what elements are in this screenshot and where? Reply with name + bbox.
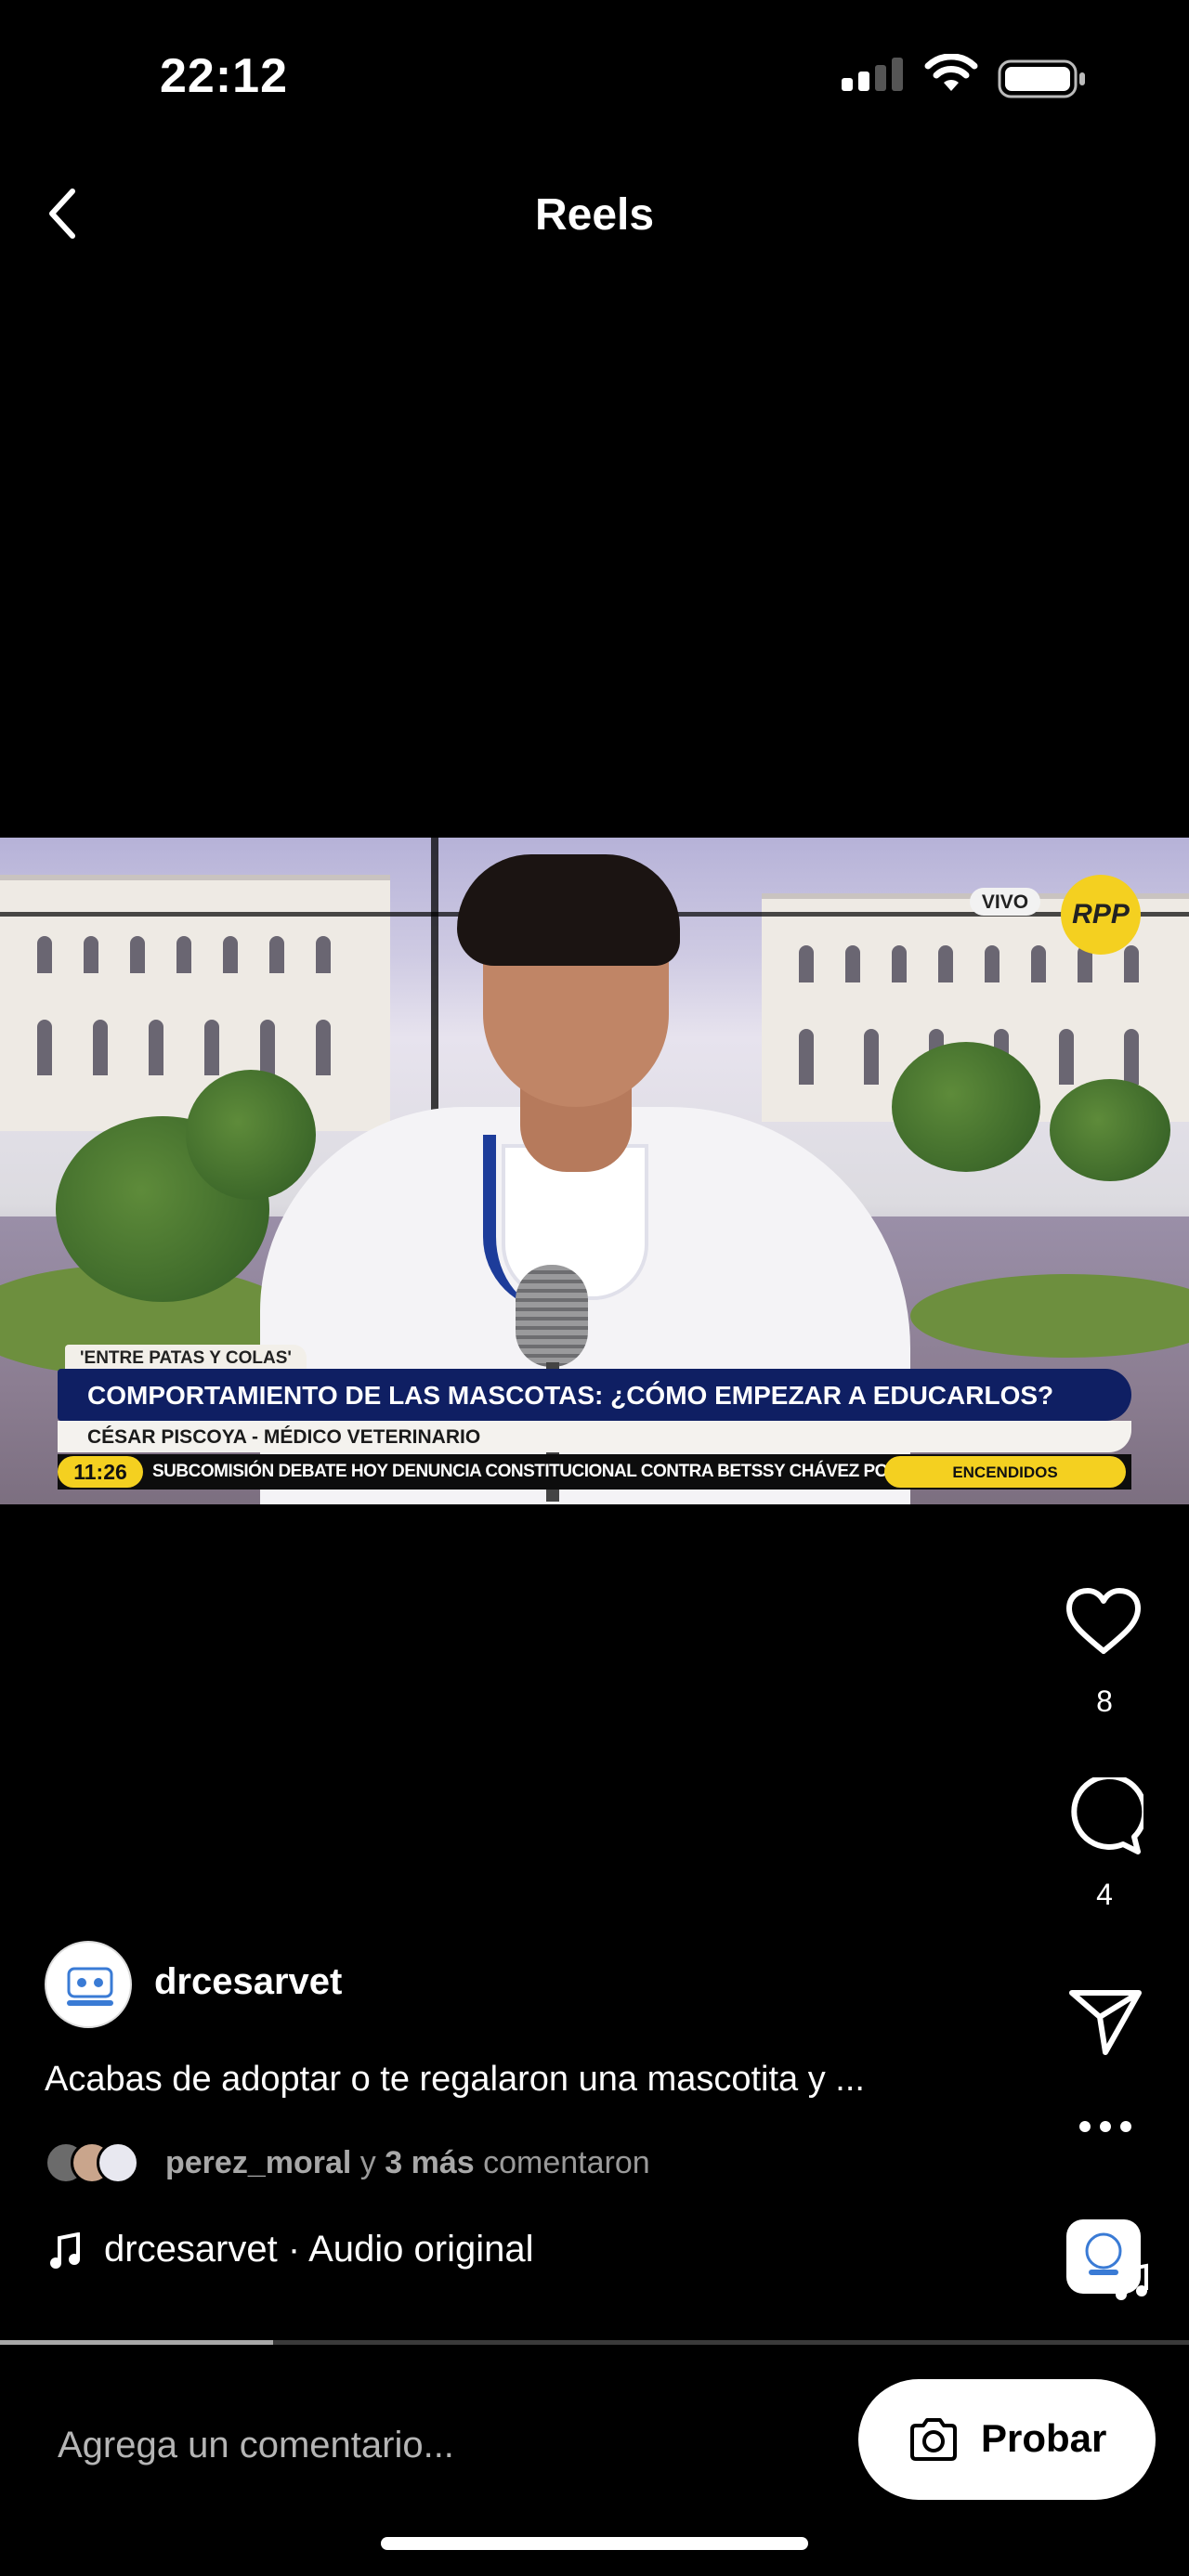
page-title: Reels [534, 190, 655, 240]
news-ticker: 11:26 SUBCOMISIÓN DEBATE HOY DENUNCIA CO… [58, 1454, 1131, 1490]
status-time: 22:12 [160, 49, 288, 103]
microphone [516, 1265, 588, 1367]
like-count: 8 [1096, 1685, 1113, 1718]
music-note-icon [50, 2232, 80, 2269]
comment-bubble-icon[interactable] [1065, 1777, 1143, 1855]
comment-summary[interactable]: perez_moral y 3 más comentaron [165, 2145, 650, 2181]
music-note-icon [1116, 2263, 1148, 2300]
more-icon[interactable] [1078, 2119, 1133, 2134]
channel-logo: RPP [1061, 875, 1141, 955]
try-button[interactable]: Probar [858, 2379, 1156, 2500]
camera-icon [910, 2418, 957, 2461]
home-indicator[interactable] [381, 2537, 808, 2550]
others-count[interactable]: 3 más [385, 2145, 474, 2180]
tree [186, 1070, 316, 1200]
reel-video[interactable]: VIVO RPP 'ENTRE PATAS Y COLAS' COMPORTAM… [0, 838, 1189, 1504]
signal-icon [842, 58, 903, 91]
audio-label[interactable]: drcesarvet · Audio original [104, 2229, 533, 2270]
comment-count: 4 [1096, 1878, 1113, 1911]
avatar[interactable] [45, 1941, 132, 2028]
ticker-brand: ENCENDIDOS [884, 1456, 1126, 1488]
battery-icon [998, 59, 1085, 98]
try-button-label: Probar [981, 2416, 1107, 2460]
segment-tag: 'ENTRE PATAS Y COLAS' [65, 1345, 307, 1371]
video-subline: CÉSAR PISCOYA - MÉDICO VETERINARIO [58, 1421, 1131, 1452]
live-badge: VIVO [970, 888, 1040, 916]
avatar [97, 2141, 139, 2184]
tree [892, 1042, 1040, 1172]
progress-fill [0, 2340, 274, 2345]
comment-input[interactable] [56, 2418, 821, 2472]
share-send-icon[interactable] [1068, 1987, 1143, 2056]
video-headline: COMPORTAMIENTO DE LAS MASCOTAS: ¿CÓMO EM… [58, 1369, 1131, 1421]
tree [1050, 1079, 1170, 1181]
post-caption[interactable]: Acabas de adoptar o te regalaron una mas… [45, 2060, 865, 2100]
heart-icon[interactable] [1065, 1586, 1143, 1657]
wifi-icon [924, 54, 978, 91]
post-username[interactable]: drcesarvet [154, 1961, 342, 2003]
commenter-name[interactable]: perez_moral [165, 2145, 351, 2180]
presenter-hair [457, 854, 680, 966]
ticker-text: SUBCOMISIÓN DEBATE HOY DENUNCIA CONSTITU… [152, 1462, 942, 1481]
comment-suffix: comentaron [474, 2145, 650, 2180]
comment-joiner: y [351, 2145, 385, 2180]
ticker-time: 11:26 [58, 1456, 143, 1488]
